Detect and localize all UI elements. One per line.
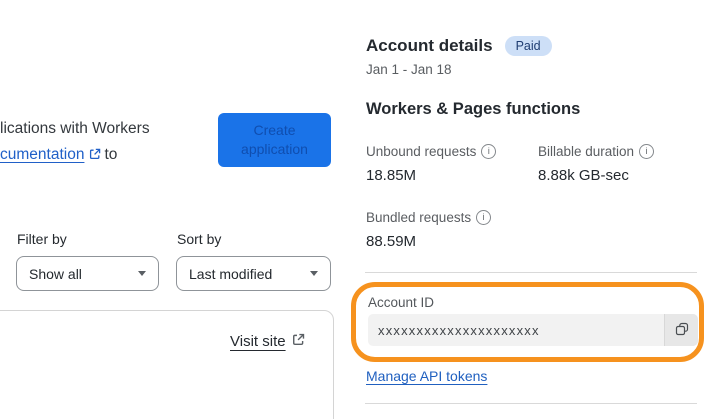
workers-pages-section-title: Workers & Pages functions [366,100,581,118]
stat-label: Billable duration [538,144,708,159]
paid-badge: Paid [504,36,552,56]
account-details-header: Account details Paid [366,36,552,56]
stat-label: Bundled requests [366,210,536,225]
copy-icon [675,322,689,339]
external-link-icon [89,143,101,169]
divider [365,403,697,404]
caret-down-icon [138,271,146,276]
filter-dropdown-value: Show all [29,265,82,282]
account-id-input[interactable] [368,314,664,346]
divider [365,272,697,273]
info-icon[interactable] [476,210,492,225]
filter-dropdown[interactable]: Show all [16,256,159,291]
stat-value: 88.59M [366,233,417,250]
sort-by-label: Sort by [177,231,222,247]
intro-line-2-suffix: to [104,146,118,163]
intro-line-1: lications with Workers [0,120,150,137]
external-link-icon [292,333,305,350]
visit-site-link[interactable]: Visit site [230,333,305,350]
date-range: Jan 1 - Jan 18 [366,62,452,77]
account-id-field [368,314,698,346]
applications-card [0,310,334,419]
stat-value: 18.85M [366,167,417,184]
documentation-link[interactable]: cumentation [0,146,84,163]
filter-by-label: Filter by [17,231,67,247]
stat-label: Unbound requests [366,144,536,159]
caret-down-icon [310,271,318,276]
stat-bundled-requests: Bundled requests 88.59M [366,210,536,250]
dashboard-screen: lications with Workers cumentation to Cre… [0,0,718,419]
visit-site-label: Visit site [230,333,286,350]
stat-billable-duration: Billable duration 8.88k GB-sec [538,144,708,184]
intro-text: lications with Workers cumentation to [0,116,150,169]
sort-dropdown[interactable]: Last modified [176,256,331,291]
account-details-title: Account details [366,36,493,55]
intro-line-2: cumentation to [0,142,150,169]
info-icon[interactable] [639,144,655,159]
stat-value: 8.88k GB-sec [538,167,629,184]
info-icon[interactable] [481,144,497,159]
account-id-label: Account ID [368,295,435,310]
sort-dropdown-value: Last modified [189,265,273,282]
manage-api-tokens-link[interactable]: Manage API tokens [366,368,487,384]
copy-button[interactable] [664,314,698,346]
stat-unbound-requests: Unbound requests 18.85M [366,144,536,184]
create-application-button[interactable]: Create application [218,113,331,167]
